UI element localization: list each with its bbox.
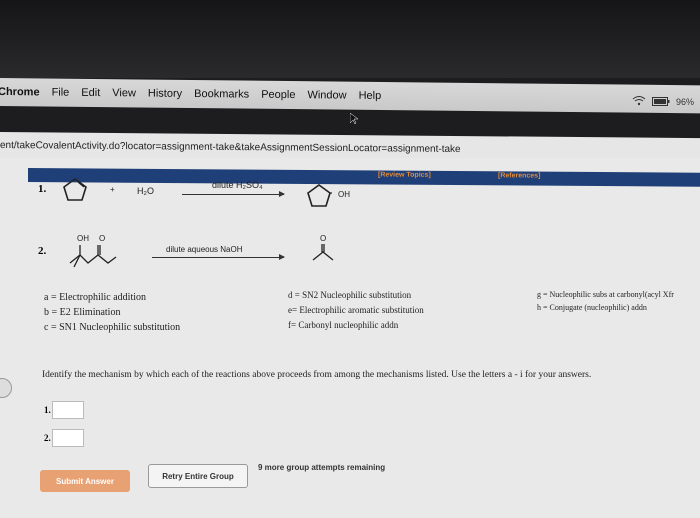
reaction-1-number: 1. [38, 183, 47, 195]
mouse-cursor-icon [349, 112, 359, 130]
menu-history[interactable]: History [148, 88, 182, 100]
answer-1-input[interactable] [52, 401, 84, 419]
mechanism-f: f= Carbonyl nucleophilic addn [288, 320, 399, 330]
mechanism-d: d = SN2 Nucleophilic substitution [288, 290, 412, 300]
cyclopentanol-structure [307, 184, 332, 207]
menu-bookmarks[interactable]: Bookmarks [194, 88, 249, 101]
plus-sign: + [110, 185, 115, 194]
reaction-1-arrow [182, 191, 285, 197]
menu-help[interactable]: Help [359, 90, 382, 102]
battery-percent: 96% [675, 97, 694, 107]
url-text[interactable]: ent/takeCovalentActivity.do?locator=assi… [0, 140, 461, 155]
submit-answer-button[interactable]: Submit Answer [40, 470, 130, 492]
attempts-remaining-text: 9 more group attempts remaining [258, 463, 386, 472]
menu-view[interactable]: View [112, 87, 136, 99]
menu-file[interactable]: File [52, 87, 70, 99]
menu-edit[interactable]: Edit [81, 87, 100, 99]
battery-icon[interactable] [651, 96, 670, 108]
product-1-oh-label: OH [338, 190, 350, 199]
reactant-2-o-label: O [99, 234, 106, 243]
answer-2-input[interactable] [52, 429, 84, 447]
aldol-reactant-structure [69, 245, 117, 268]
reaction-1-condition: dilute H₂SO₄ [212, 180, 263, 190]
menu-bar: Chrome File Edit View History Bookmarks … [0, 78, 700, 114]
reactant-2-oh-label: OH [77, 234, 89, 243]
dark-background [0, 0, 700, 78]
wifi-icon[interactable] [632, 96, 646, 108]
mechanism-list-col3: g = Nucleophilic subs at carbonyl(acyl X… [537, 288, 700, 314]
mechanism-list-col2: d = SN2 Nucleophilic substitution e= Ele… [288, 288, 424, 333]
mechanism-list-col1: a = Electrophilic addition b = E2 Elimin… [44, 290, 180, 335]
mechanism-g: g = Nucleophilic subs at carbonyl(acyl X… [537, 290, 674, 299]
menu-people[interactable]: People [261, 89, 295, 101]
status-tray: 96% [632, 96, 694, 108]
references-link[interactable]: [References] [498, 172, 540, 179]
mechanism-e: e= Electrophilic aromatic substitution [288, 305, 424, 315]
menu-window[interactable]: Window [307, 89, 346, 101]
question-text: Identify the mechanism by which each of … [42, 370, 592, 380]
answer-2-label: 2. [44, 433, 51, 443]
reaction-2-arrow [152, 254, 285, 260]
mechanism-h: h = Conjugate (nucleophilic) addn [537, 303, 647, 312]
mechanism-a: a = Electrophilic addition [44, 292, 146, 303]
menu-app-chrome[interactable]: Chrome [0, 86, 40, 98]
water-reagent: H₂O [137, 186, 154, 196]
cyclopentene-structure [63, 178, 87, 201]
reaction-2-condition: dilute aqueous NaOH [166, 245, 243, 254]
review-topics-link[interactable]: [Review Topics] [378, 171, 431, 178]
retry-entire-group-button[interactable]: Retry Entire Group [148, 464, 248, 488]
mechanism-c: c = SN1 Nucleophilic substitution [44, 322, 181, 333]
answer-1-label: 1. [44, 405, 51, 415]
product-2-o-label: O [320, 234, 327, 243]
mechanism-b: b = E2 Elimination [44, 307, 121, 318]
acetone-structure [312, 244, 334, 261]
reaction-2-number: 2. [38, 245, 47, 257]
